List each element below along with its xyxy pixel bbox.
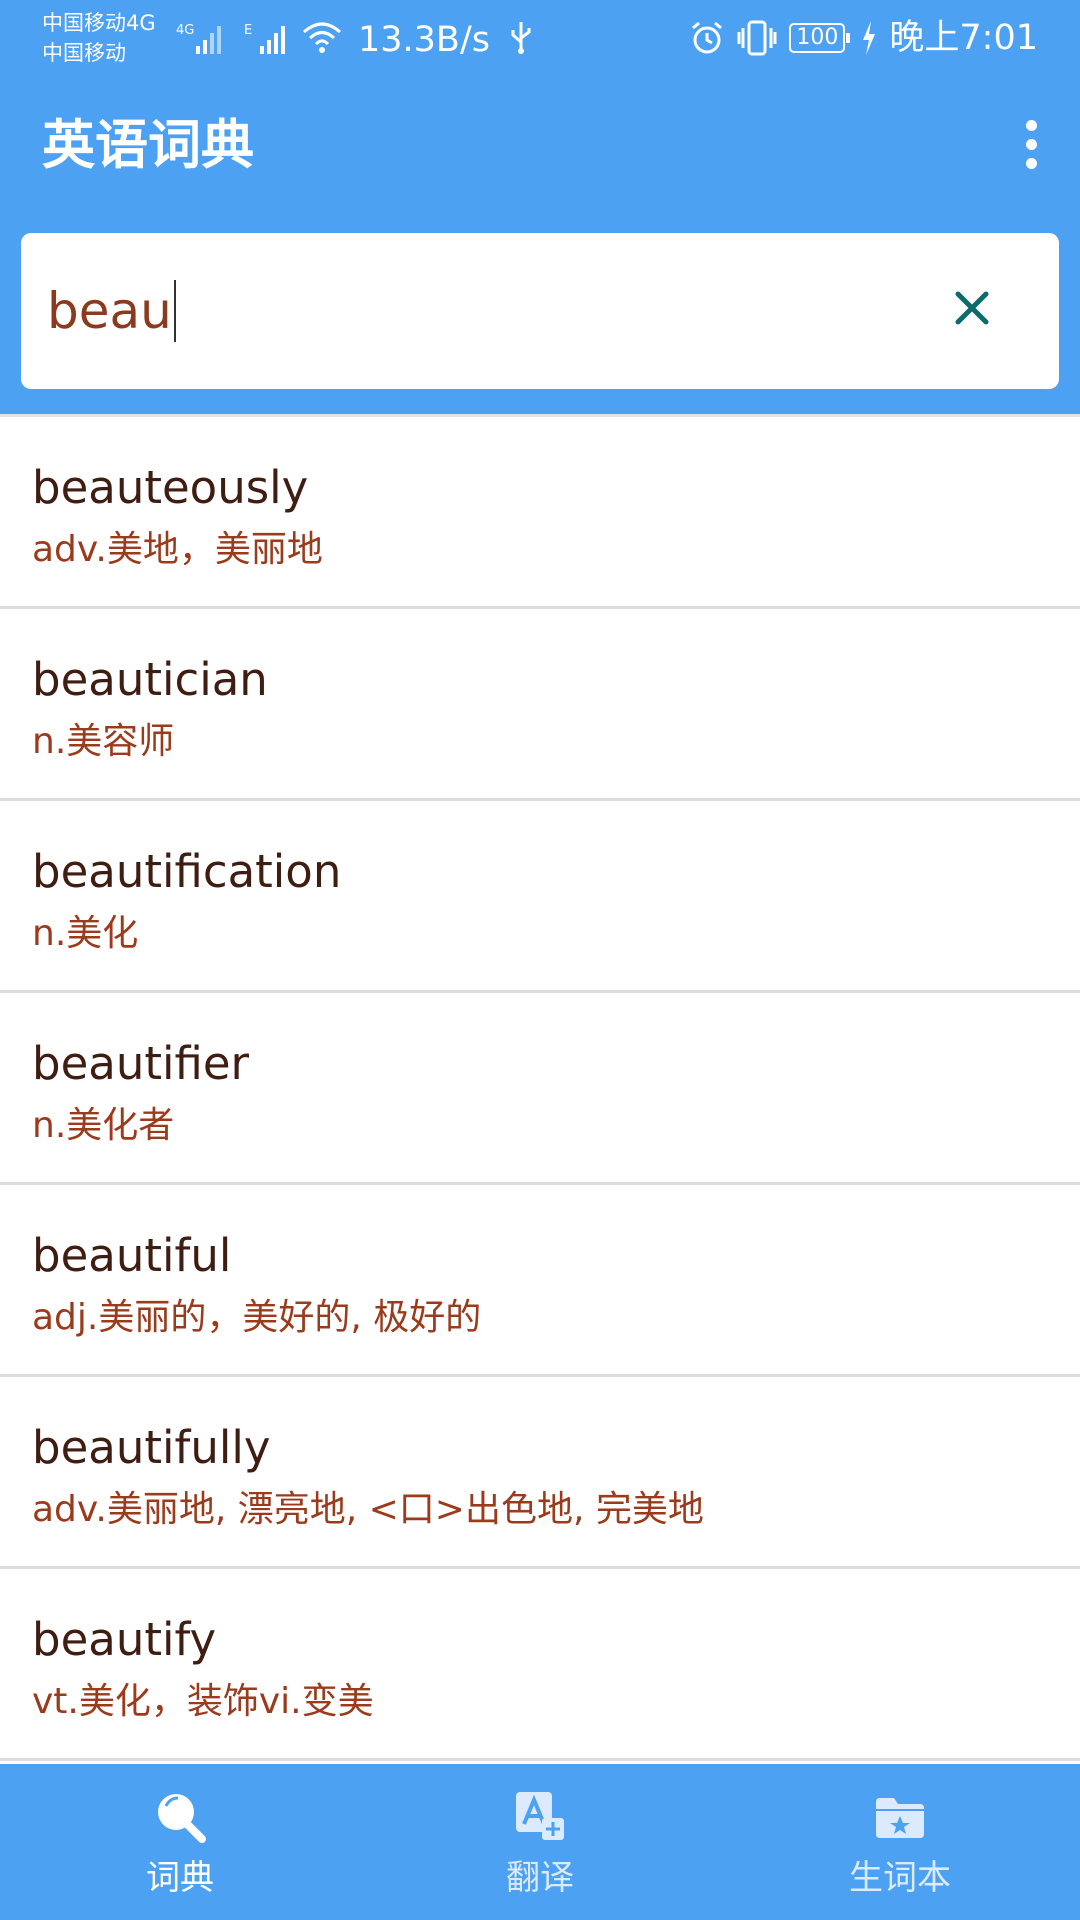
nav-label-vocabulary: 生词本	[849, 1858, 951, 1898]
app-header: 中国移动4G 中国移动 4G E 13.3B/s 100 晚上7:01 英语词典…	[0, 0, 1080, 414]
vocab-folder-icon	[876, 1798, 924, 1838]
translate-icon	[516, 1792, 564, 1840]
menu-dot-icon	[1026, 120, 1037, 131]
signal-2-label: E	[244, 23, 252, 38]
signal-strength-2-icon: E	[244, 23, 285, 54]
vibrate-icon	[737, 20, 777, 56]
meaning-text: adv.美丽地, 漂亮地, <口>出色地, 完美地	[32, 1489, 704, 1530]
network-speed: 13.3B/s	[358, 20, 490, 60]
meaning-text: adj.美丽的，美好的, 极好的	[32, 1297, 482, 1338]
signal-strength-icon: 4G	[176, 23, 221, 54]
status-right: 100 晚上7:01	[689, 16, 1038, 60]
battery-indicator: 100	[789, 23, 851, 53]
carrier-2: 中国移动	[42, 41, 126, 65]
list-item[interactable]: beautifier n.美化者	[0, 993, 1080, 1185]
alarm-icon	[692, 21, 723, 54]
carrier-info: 中国移动4G 中国移动	[42, 8, 156, 68]
clear-search-button[interactable]	[950, 286, 994, 330]
meaning-text: vt.美化，装饰vi.变美	[32, 1681, 374, 1722]
menu-dot-icon	[1026, 139, 1037, 150]
nav-label-dictionary: 词典	[146, 1858, 214, 1898]
status-bar: 中国移动4G 中国移动 4G E 13.3B/s 100 晚上7:01	[0, 0, 1080, 80]
charging-icon	[863, 21, 876, 55]
close-icon	[955, 291, 989, 325]
results-list: beauteously adv.美地，美丽地 beautician n.美容师 …	[0, 414, 1080, 1767]
meaning-text: n.美化者	[32, 1105, 175, 1146]
search-input[interactable]	[47, 275, 907, 347]
list-item[interactable]: beautify vt.美化，装饰vi.变美	[0, 1569, 1080, 1761]
usb-icon	[511, 22, 531, 54]
list-item[interactable]: beautiful adj.美丽的，美好的, 极好的	[0, 1185, 1080, 1377]
menu-dot-icon	[1026, 158, 1037, 169]
nav-tab-vocabulary[interactable]: 生词本	[720, 1764, 1080, 1920]
overflow-menu-button[interactable]	[1018, 118, 1046, 172]
list-item[interactable]: beautifully adv.美丽地, 漂亮地, <口>出色地, 完美地	[0, 1377, 1080, 1569]
signal-1-label: 4G	[176, 23, 194, 38]
wifi-icon	[303, 22, 341, 53]
nav-tab-translate[interactable]: 翻译	[360, 1764, 720, 1920]
carrier-1: 中国移动4G	[42, 11, 156, 35]
word-text: beautification	[32, 845, 342, 898]
app-title: 英语词典	[42, 115, 254, 176]
meaning-text: n.美容师	[32, 721, 175, 762]
search-icon	[158, 1794, 206, 1843]
word-text: beautiful	[32, 1229, 232, 1282]
search-box	[21, 233, 1059, 389]
list-item[interactable]: beautician n.美容师	[0, 609, 1080, 801]
word-text: beautician	[32, 653, 268, 706]
word-text: beauteously	[32, 461, 309, 514]
nav-tab-dictionary[interactable]: 词典	[0, 1764, 360, 1920]
meaning-text: n.美化	[32, 913, 139, 954]
nav-label-translate: 翻译	[506, 1858, 574, 1898]
meaning-text: adv.美地，美丽地	[32, 529, 323, 570]
text-caret	[174, 280, 176, 342]
word-text: beautifier	[32, 1037, 250, 1090]
list-item[interactable]: beauteously adv.美地，美丽地	[0, 417, 1080, 609]
status-clock: 晚上7:01	[889, 18, 1038, 58]
list-item[interactable]: beautification n.美化	[0, 801, 1080, 993]
word-text: beautifully	[32, 1421, 271, 1474]
bottom-navigation: 词典 翻译 生词本	[0, 1764, 1080, 1920]
word-text: beautify	[32, 1613, 217, 1666]
